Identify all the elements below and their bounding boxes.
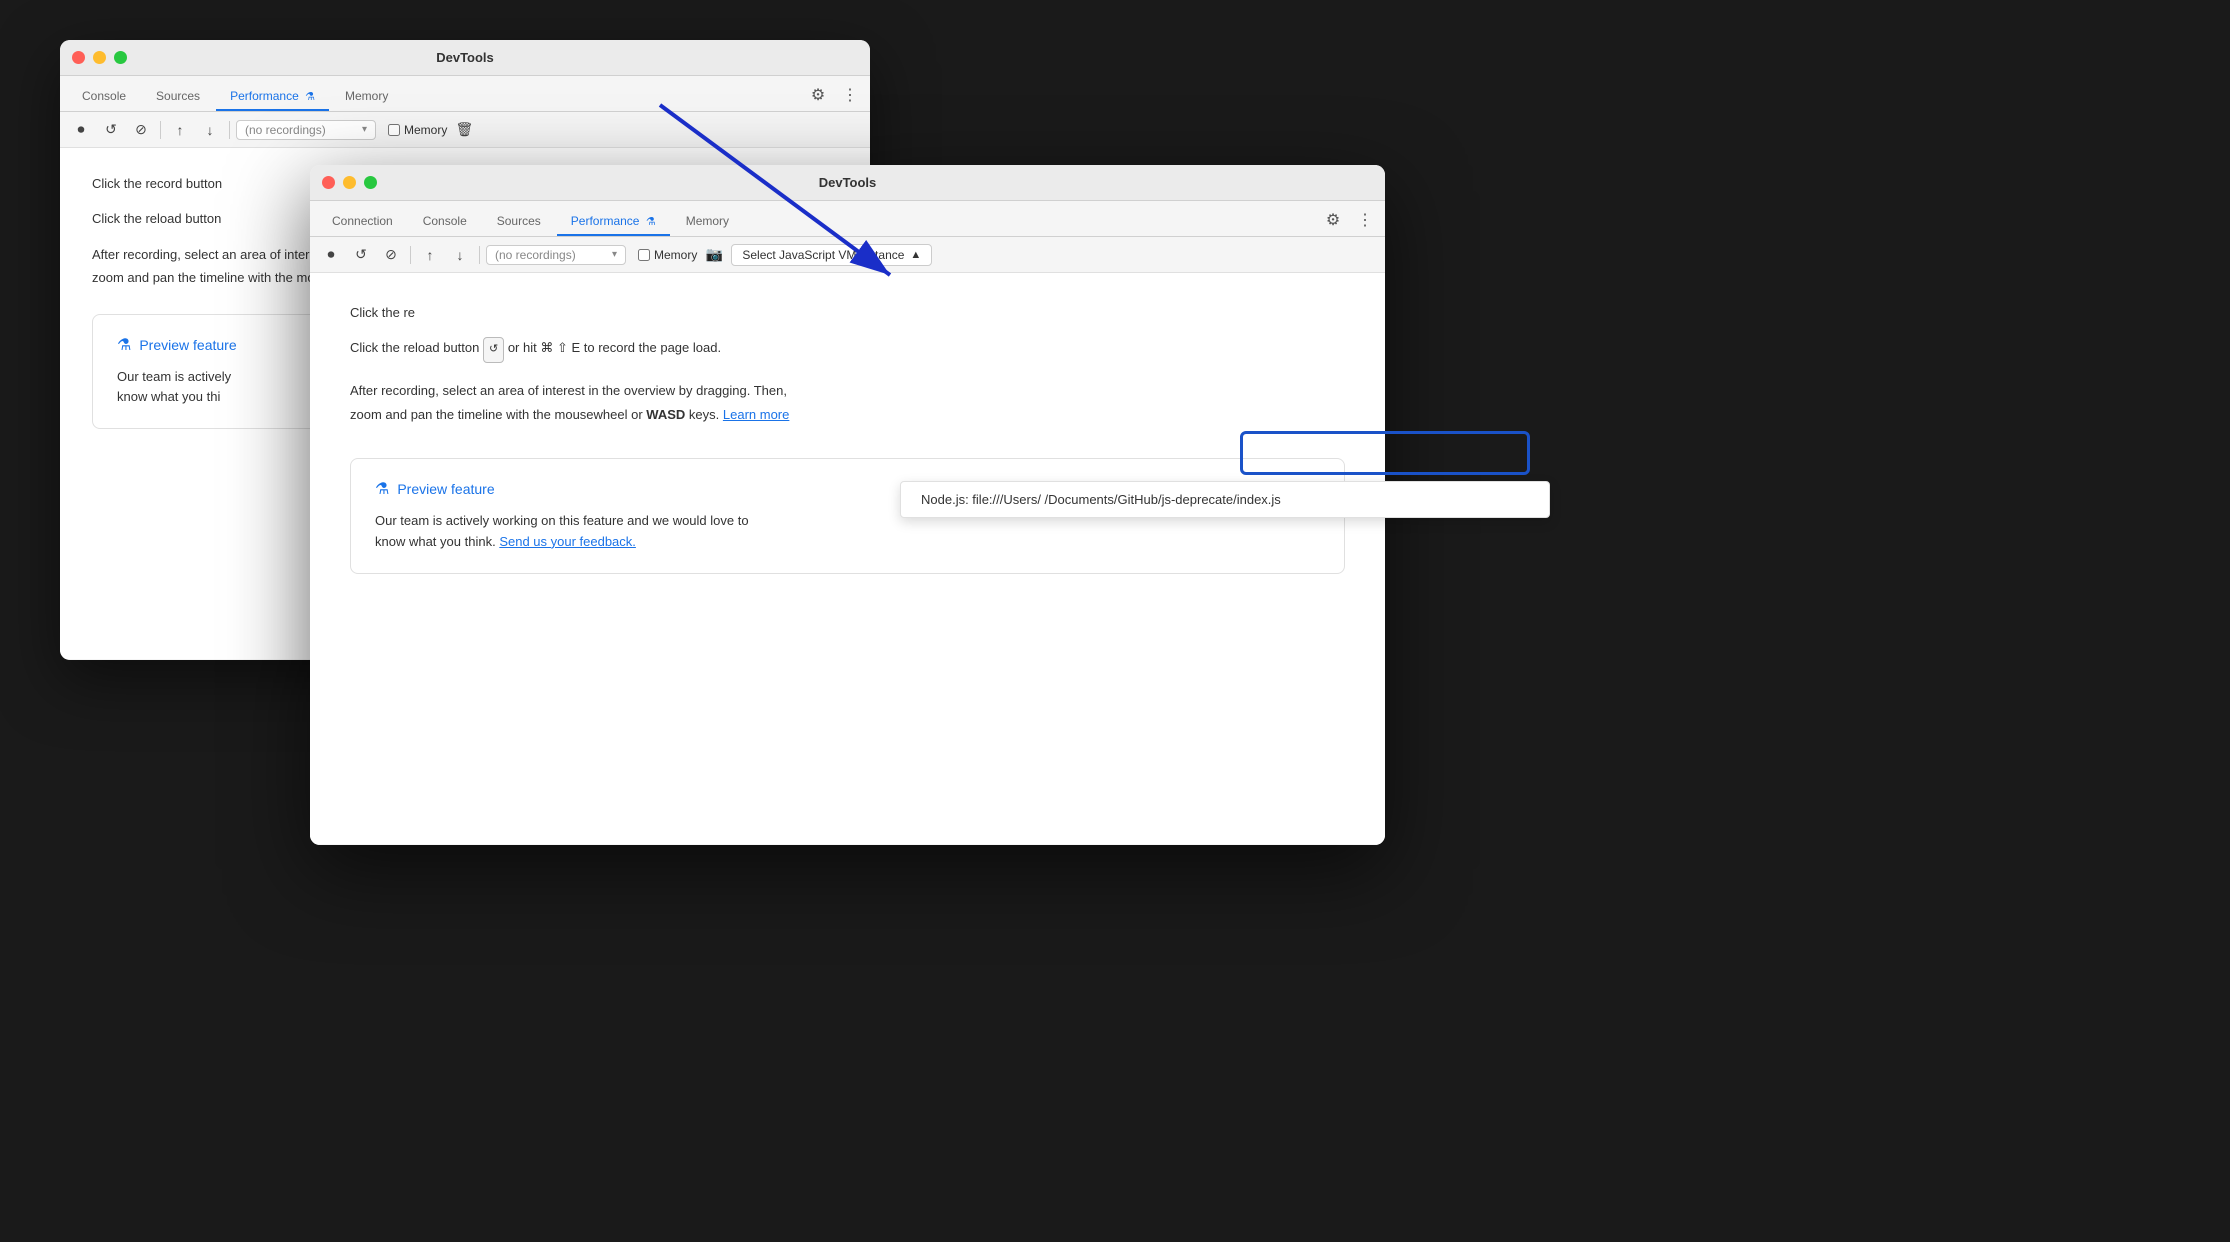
preview-text-main-front: Our team is actively working on this fea… [375, 513, 749, 528]
record-button-back[interactable]: ⏺ [68, 117, 94, 143]
content-line3-front: After recording, select an area of inter… [350, 379, 1345, 426]
no-recordings-text-back: (no recordings) [245, 123, 326, 137]
tab-connection-front[interactable]: Connection [318, 208, 407, 236]
capture-icon-front[interactable]: 📷 [701, 242, 727, 268]
upload-button-front[interactable]: ↑ [417, 242, 443, 268]
line1-text-back: Click the record button [92, 176, 222, 191]
settings-icon-back[interactable]: ⚙ [806, 83, 830, 107]
preview-text-sub-front: know what you think. [375, 534, 496, 549]
settings-icon-front[interactable]: ⚙ [1321, 208, 1345, 232]
line3d-text-front: keys. [689, 407, 723, 422]
memory-check-input-front[interactable] [638, 249, 650, 261]
clear-button-back[interactable]: ⊘ [128, 117, 154, 143]
tab-performance-front[interactable]: Performance ⚗ [557, 208, 670, 236]
separator2-front [479, 246, 480, 264]
memory-label-back: Memory [404, 123, 447, 137]
upload-button-back[interactable]: ↑ [167, 117, 193, 143]
tabbar-front: Connection Console Sources Performance ⚗… [310, 201, 1385, 237]
window-controls-back [72, 51, 127, 64]
minimize-button-back[interactable] [93, 51, 106, 64]
line3a-text-front: After recording, select an area of inter… [350, 383, 787, 398]
memory-checkbox-back[interactable]: Memory [388, 123, 447, 137]
feedback-link-front[interactable]: Send us your feedback. [499, 534, 636, 549]
preview-title-text-front: Preview feature [397, 481, 494, 497]
maximize-button-back[interactable] [114, 51, 127, 64]
separator2-back [229, 121, 230, 139]
titlebar-back: DevTools [60, 40, 870, 76]
window-title-front: DevTools [819, 175, 877, 190]
close-button-back[interactable] [72, 51, 85, 64]
titlebar-front: DevTools [310, 165, 1385, 201]
window-controls-front [322, 176, 377, 189]
line2-pre-front: Click the reload button [350, 340, 479, 355]
tab-memory-front[interactable]: Memory [672, 208, 743, 236]
content-area-front: Click the re Click the reload button ↺ o… [310, 273, 1385, 844]
window-title-back: DevTools [436, 50, 494, 65]
reload-kbd-front: ↺ [483, 337, 504, 363]
dropdown-arrow-front: ▾ [612, 249, 617, 260]
reload-button-front[interactable]: ↺ [348, 242, 374, 268]
flask-icon-front: ⚗ [646, 215, 656, 228]
preview-flask-icon-back: ⚗ [117, 335, 131, 355]
vm-dropdown-item[interactable]: Node.js: file:///Users/ /Documents/GitHu… [901, 482, 1385, 517]
download-button-front[interactable]: ↓ [447, 242, 473, 268]
tab-sources-back[interactable]: Sources [142, 83, 214, 111]
dropdown-arrow-back: ▾ [362, 124, 367, 135]
preview-flask-icon-front: ⚗ [375, 479, 389, 499]
tab-memory-back[interactable]: Memory [331, 83, 402, 111]
tabbar-back: Console Sources Performance ⚗ Memory ⚙ ⋮ [60, 76, 870, 112]
separator1-front [410, 246, 411, 264]
reload-kbd-text: ↺ [489, 340, 498, 360]
record-button-front[interactable]: ⏺ [318, 242, 344, 268]
close-button-front[interactable] [322, 176, 335, 189]
content-line1-front: Click the re [350, 301, 1345, 324]
tab-console-back[interactable]: Console [68, 83, 140, 111]
line3b-text-front: zoom and pan the timeline with the mouse… [350, 407, 643, 422]
download-button-back[interactable]: ↓ [197, 117, 223, 143]
more-icon-front[interactable]: ⋮ [1353, 208, 1377, 232]
line2-mid-front: or hit ⌘ ⇧ E to record the page load. [508, 340, 721, 355]
minimize-button-front[interactable] [343, 176, 356, 189]
tabbar-right-front: ⚙ ⋮ [1321, 208, 1377, 236]
window-front-inner: DevTools Connection Console Sources Perf… [310, 165, 1385, 845]
tab-sources-front[interactable]: Sources [483, 208, 555, 236]
maximize-button-front[interactable] [364, 176, 377, 189]
select-vm-button[interactable]: Select JavaScript VM instance ▲ [731, 244, 932, 266]
content-line2-front: Click the reload button ↺ or hit ⌘ ⇧ E t… [350, 336, 1345, 363]
reload-button-back[interactable]: ↺ [98, 117, 124, 143]
select-vm-arrow-icon: ▲ [910, 249, 921, 261]
devtools-window-front: DevTools Connection Console Sources Perf… [310, 165, 1385, 845]
line1-text-front: Click the re [350, 305, 415, 320]
preview-text1-back: Our team is actively [117, 369, 231, 384]
clear-button-front[interactable]: ⊘ [378, 242, 404, 268]
toolbar-front: ⏺ ↺ ⊘ ↑ ↓ (no recordings) ▾ Memory 📷 Sel… [310, 237, 1385, 273]
recordings-dropdown-front[interactable]: (no recordings) ▾ [486, 245, 626, 265]
tabbar-right-back: ⚙ ⋮ [806, 83, 862, 111]
select-vm-text: Select JavaScript VM instance [742, 248, 904, 262]
trash-icon-back[interactable]: 🗑 [451, 117, 477, 143]
separator1-back [160, 121, 161, 139]
vm-dropdown[interactable]: Node.js: file:///Users/ /Documents/GitHu… [900, 481, 1385, 518]
tab-performance-back[interactable]: Performance ⚗ [216, 83, 329, 111]
line2-text-back: Click the reload button [92, 211, 221, 226]
preview-text2-back: know what you thi [117, 389, 220, 404]
no-recordings-text-front: (no recordings) [495, 248, 576, 262]
flask-icon-back: ⚗ [305, 90, 315, 103]
memory-checkbox-front[interactable]: Memory [638, 248, 697, 262]
memory-check-input-back[interactable] [388, 124, 400, 136]
memory-label-front: Memory [654, 248, 697, 262]
wasd-text-front: WASD [646, 407, 685, 422]
recordings-dropdown-back[interactable]: (no recordings) ▾ [236, 120, 376, 140]
preview-title-text-back: Preview feature [139, 337, 236, 353]
tab-console-front[interactable]: Console [409, 208, 481, 236]
toolbar-back: ⏺ ↺ ⊘ ↑ ↓ (no recordings) ▾ Memory 🗑 [60, 112, 870, 148]
more-icon-back[interactable]: ⋮ [838, 83, 862, 107]
learn-more-link-front[interactable]: Learn more [723, 407, 789, 422]
